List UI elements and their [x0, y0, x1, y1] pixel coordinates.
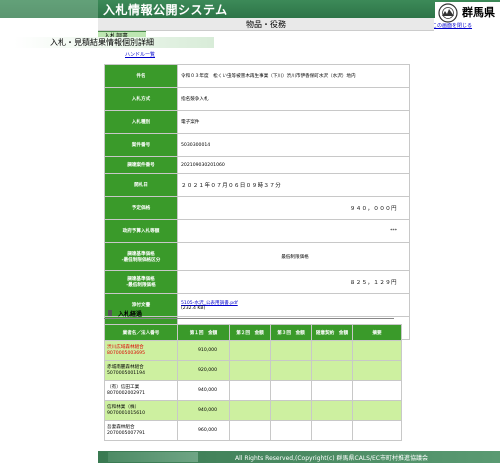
info-value: *** — [177, 219, 410, 243]
corporate-number: 9070001015610 — [107, 410, 145, 416]
info-row: 調達基準価格 -最低制限価格区分 最低制限価格 — [104, 242, 410, 271]
empty-cell — [270, 420, 312, 441]
section-divider — [104, 318, 394, 319]
bid-results-table: 業者名／法人番号 第１回 金額 第２回 金額 第３回 金額 随意契約 金額 摘要 渋川広域… — [104, 324, 402, 441]
empty-cell — [229, 340, 271, 361]
results-row: （有）信田工業 8070002002971 940,000 — [104, 380, 402, 401]
results-section-header: 入札経過 — [104, 308, 394, 319]
info-label: 予定価格 — [104, 196, 178, 220]
app-title: 入札情報公開システム — [103, 3, 228, 17]
empty-cell — [229, 400, 271, 421]
info-value: 最低制限価格 — [177, 242, 410, 271]
results-header-cell: 業者名／法人番号 — [104, 324, 178, 341]
results-row: 赤城南麓森林組合 5070005001194 920,000 — [104, 360, 402, 381]
bidder-cell: 吾妻森林組合 2070005007791 — [104, 420, 178, 441]
bidder-cell: （有）信田工業 8070002002971 — [104, 380, 178, 401]
info-value: 202109030201060 — [177, 156, 410, 174]
corporate-number: 8070005003695 — [107, 350, 145, 356]
info-value: ９４０，０００円 — [177, 196, 410, 220]
results-row: 吾妻森林組合 2070005007791 960,000 — [104, 420, 402, 441]
info-row: 入札種別 電子案件 — [104, 110, 410, 134]
info-label: 調達基準価格 -最低制限価格 — [104, 270, 178, 294]
category-bar: 物品・役務 — [98, 18, 434, 31]
empty-cell — [229, 360, 271, 381]
info-row: 件名 令和０３年度 松くい虫等被害木再生事業（下川）渋川市伊香保町水沢（水沢）地内 — [104, 64, 410, 88]
info-row: 予定価格 ９４０，０００円 — [104, 196, 410, 220]
info-value: 令和０３年度 松くい虫等被害木再生事業（下川）渋川市伊香保町水沢（水沢）地内 — [177, 64, 410, 88]
round1-amount: 940,000 — [177, 380, 230, 401]
info-label: 調達基準価格 -最低制限価格区分 — [104, 242, 178, 271]
results-header-cell: 第１回 金額 — [177, 324, 230, 341]
empty-cell — [311, 340, 353, 361]
results-row: 渋川広域森林組合 8070005003695 910,000 — [104, 340, 402, 361]
results-header-cell: 第２回 金額 — [229, 324, 271, 341]
info-label: 件名 — [104, 64, 178, 88]
round1-amount: 910,000 — [177, 340, 230, 361]
info-label: 入札種別 — [104, 110, 178, 134]
info-label: 政府予算入札等額 — [104, 219, 178, 243]
empty-cell — [270, 360, 312, 381]
info-row: 案件番号 5030300014 — [104, 133, 410, 157]
empty-cell — [352, 380, 402, 401]
empty-cell — [311, 420, 353, 441]
round1-amount: 920,000 — [177, 360, 230, 381]
category-title: 物品・役務 — [246, 20, 286, 29]
bidder-cell: 渋川広域森林組合 8070005003695 — [104, 340, 178, 361]
copyright-text: All Rights Reserved,(Copyright(c) 群馬県CAL… — [234, 455, 428, 462]
close-window-link[interactable]: この画面を閉じる — [432, 22, 472, 29]
corporate-number: 2070005007791 — [107, 430, 145, 436]
empty-cell — [270, 340, 312, 361]
empty-cell — [229, 420, 271, 441]
info-value: ８２５，１２９円 — [177, 270, 410, 294]
info-row: 政府予算入札等額 *** — [104, 219, 410, 243]
back-link[interactable]: ハンドルー覧 — [125, 51, 155, 58]
empty-cell — [352, 360, 402, 381]
bidder-cell: 信和林業（株） 9070001015610 — [104, 400, 178, 421]
header-band — [0, 0, 98, 18]
info-label: 入札方式 — [104, 87, 178, 111]
info-value: ２０２１年０７月０６日０９時３７分 — [177, 173, 410, 197]
results-header-cell: 摘要 — [352, 324, 402, 341]
app-header: 入札情報公開システム — [0, 0, 500, 18]
section-marker — [108, 310, 112, 316]
empty-cell — [270, 380, 312, 401]
results-header-cell: 第３回 金額 — [270, 324, 312, 341]
brand-area: 群馬県 この画面を閉じる — [432, 2, 500, 29]
info-label: 調達案件番号 — [104, 156, 178, 174]
round1-amount: 940,000 — [177, 400, 230, 421]
empty-cell — [229, 380, 271, 401]
info-row: 入札方式 指名競争入札 — [104, 87, 410, 111]
bidder-cell: 赤城南麓森林組合 5070005001194 — [104, 360, 178, 381]
info-label: 開札日 — [104, 173, 178, 197]
empty-cell — [311, 400, 353, 421]
info-label: 案件番号 — [104, 133, 178, 157]
empty-cell — [311, 380, 353, 401]
results-section-title: 入札経過 — [118, 311, 143, 318]
brand-name: 群馬県 — [462, 6, 495, 19]
empty-cell — [352, 420, 402, 441]
corporate-number: 5070005001194 — [107, 370, 145, 376]
prefecture-emblem-icon — [438, 3, 458, 23]
results-header-cell: 随意契約 金額 — [311, 324, 353, 341]
corporate-number: 8070002002971 — [107, 390, 145, 396]
empty-cell — [270, 400, 312, 421]
footer-decoration — [108, 452, 198, 462]
info-value: 電子案件 — [177, 110, 410, 134]
bid-info-table: 件名 令和０３年度 松くい虫等被害木再生事業（下川）渋川市伊香保町水沢（水沢）地内… — [104, 64, 410, 340]
empty-cell — [352, 400, 402, 421]
info-value: 指名競争入札 — [177, 87, 410, 111]
page-title: 入札・見積結果情報個別詳細 — [50, 38, 154, 47]
round1-amount: 960,000 — [177, 420, 230, 441]
empty-cell — [352, 340, 402, 361]
footer: All Rights Reserved,(Copyright(c) 群馬県CAL… — [98, 451, 500, 463]
page-title-bar: 入札・見積結果情報個別詳細 — [14, 37, 214, 48]
info-row: 調達基準価格 -最低制限価格 ８２５，１２９円 — [104, 270, 410, 294]
results-row: 信和林業（株） 9070001015610 940,000 — [104, 400, 402, 421]
info-row: 開札日 ２０２１年０７月０６日０９時３７分 — [104, 173, 410, 197]
info-row: 調達案件番号 202109030201060 — [104, 156, 410, 174]
info-value: 5030300014 — [177, 133, 410, 157]
empty-cell — [311, 360, 353, 381]
